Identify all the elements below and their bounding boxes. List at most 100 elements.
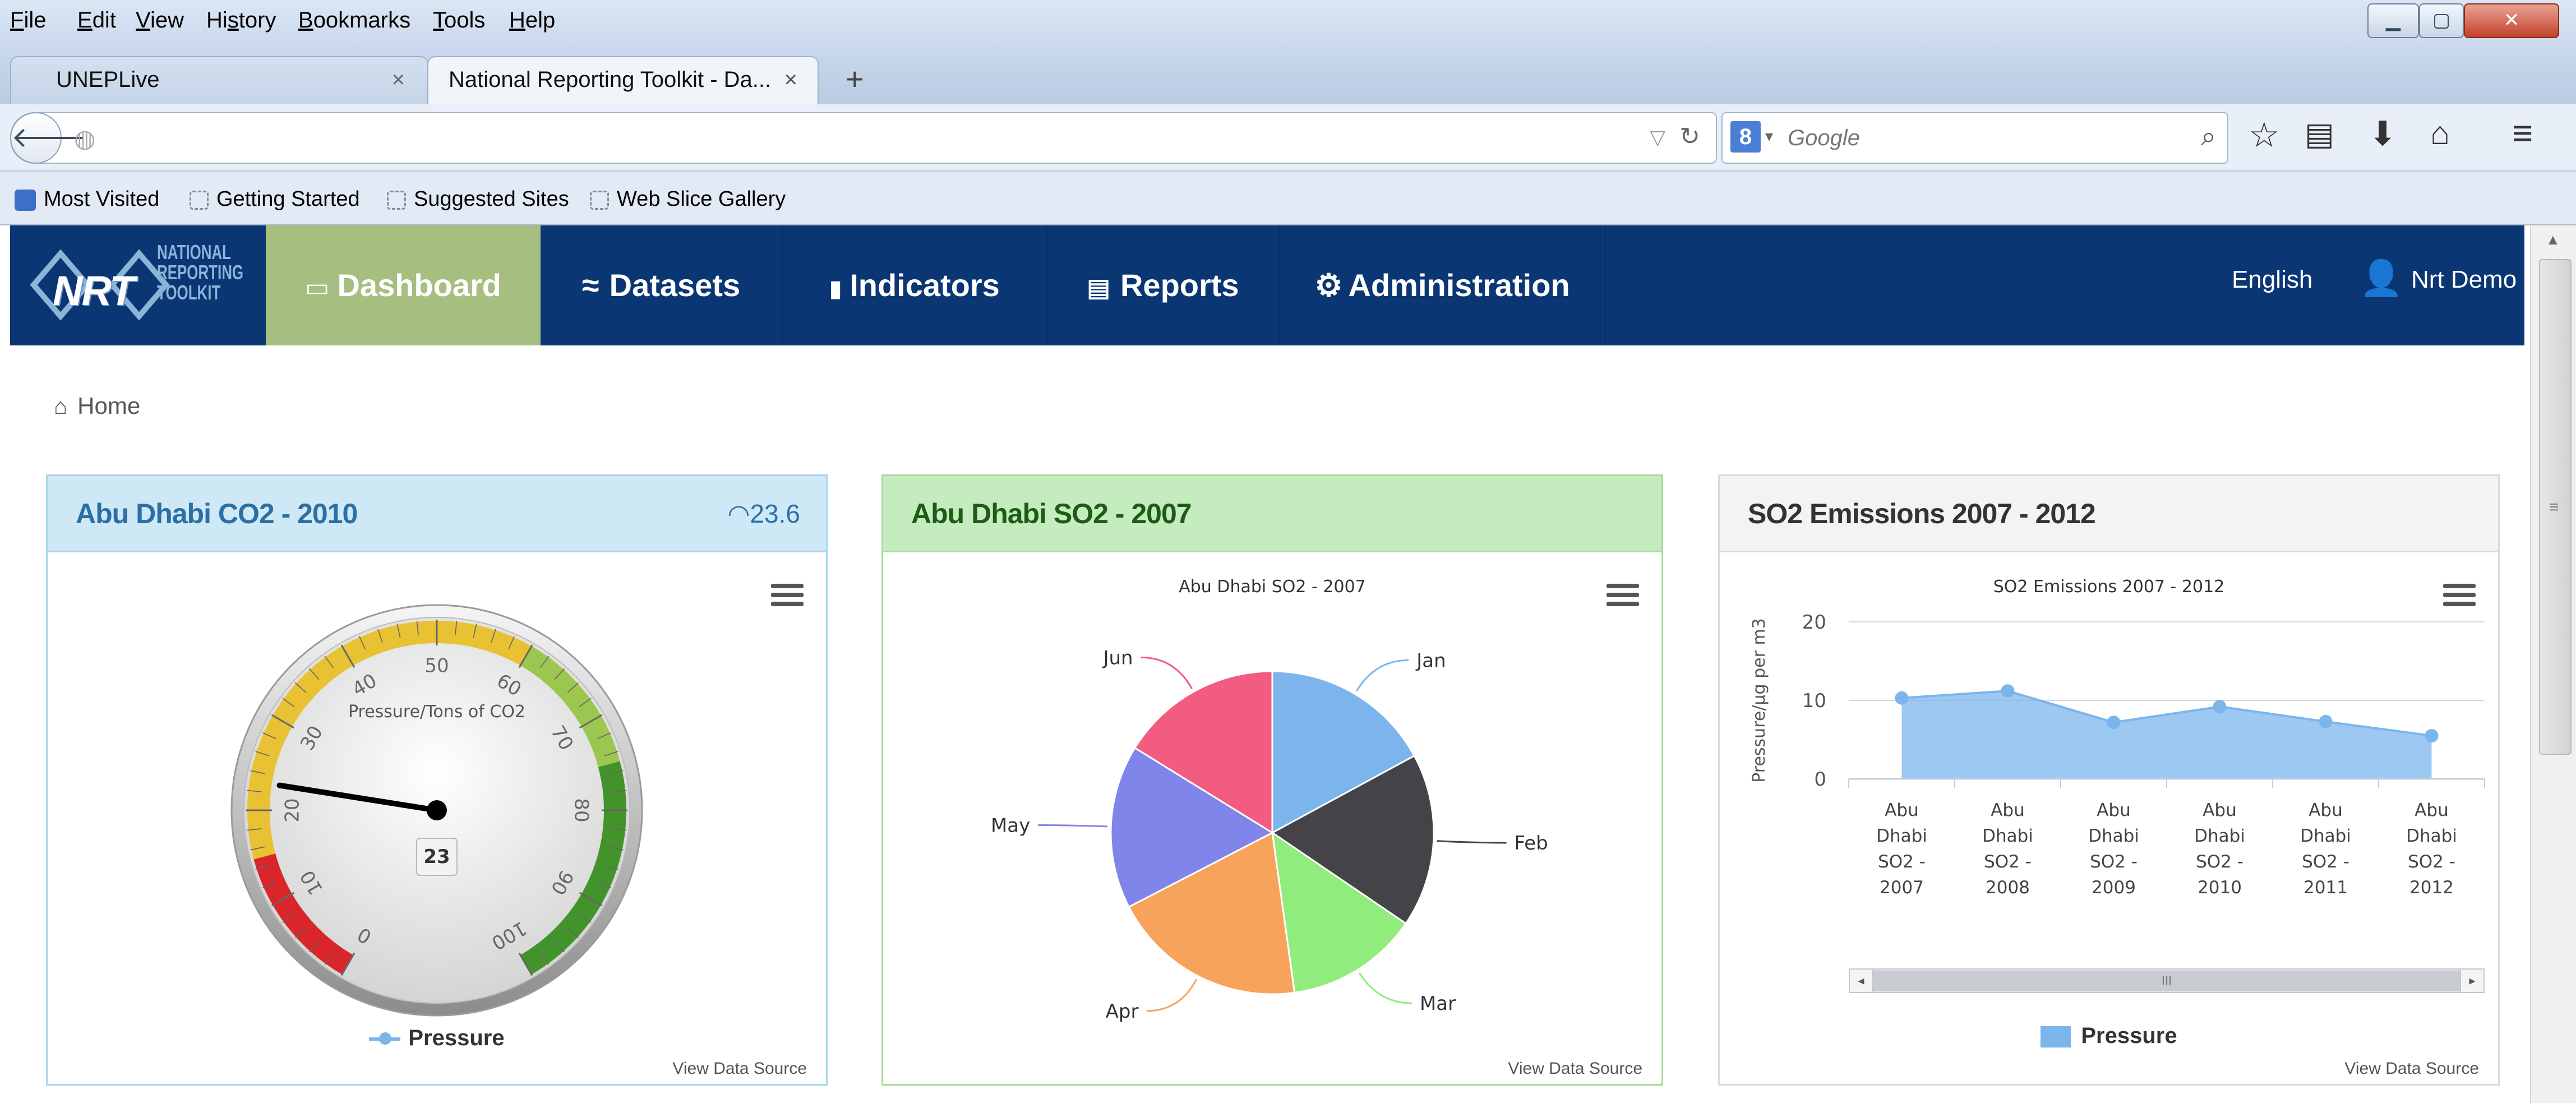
y-tick-label: 20	[1802, 611, 1826, 634]
nav-administration[interactable]: ⚙ Administration	[1280, 225, 1605, 345]
close-tab-icon[interactable]: ×	[392, 57, 405, 102]
app-navbar: NRT NATIONAL REPORTING TOOLKIT ▭ Dashboard …	[10, 225, 2524, 345]
back-arrow-icon[interactable]: 🡐	[10, 112, 86, 164]
reload-icon[interactable]: ↻	[1679, 122, 1700, 151]
download-icon[interactable]: ⬇	[2369, 114, 2397, 154]
cogs-icon: ⚙	[1314, 267, 1343, 303]
panel-title: Abu Dhabi SO2 - 2007	[911, 498, 1192, 529]
search-input[interactable]: Google	[1788, 126, 1860, 151]
maximize-icon[interactable]: ▢	[2419, 3, 2464, 38]
x-tick-label: Dhabi	[2406, 826, 2457, 846]
nav-dashboard[interactable]: ▭ Dashboard	[266, 225, 541, 345]
logo-mark: NRT	[53, 267, 135, 314]
url-bar[interactable]: 🡐 ◍ ▽ ↻	[10, 112, 1717, 164]
menu-history[interactable]: History	[206, 8, 276, 33]
gauge-panel: Abu Dhabi CO2 - 2010 ◠23.6 0 10 20 30 40 50 60…	[46, 474, 828, 1086]
gauge-title: Pressure/Tons of CO2	[348, 702, 525, 722]
pie-connector	[1437, 840, 1507, 844]
search-icon[interactable]: ⌕	[2201, 121, 2216, 153]
chart-legend[interactable]: Pressure	[1720, 1023, 2498, 1049]
bookmark-most-visited[interactable]: Most Visited	[15, 187, 159, 211]
tab-uneplive[interactable]: UNEPLive ×	[10, 56, 428, 104]
page-icon	[190, 190, 209, 210]
chart-line-icon: ≈	[581, 267, 599, 303]
view-data-source-link[interactable]: View Data Source	[672, 1059, 807, 1078]
user-menu[interactable]: Nrt Demo	[2411, 266, 2517, 294]
new-tab-button[interactable]: +	[846, 61, 864, 97]
page-icon	[590, 190, 609, 210]
engine-dropdown-icon[interactable]: ▾	[1765, 127, 1773, 145]
scroll-right-icon[interactable]: ▸	[2460, 970, 2483, 992]
bar-chart-icon: ▮	[829, 276, 842, 301]
gauge-value-label: 23	[423, 846, 450, 868]
page-scrollbar[interactable]: ▲ ≡	[2530, 225, 2576, 1103]
gauge-badge: ◠23.6	[727, 499, 800, 528]
breadcrumb: ⌂ Home	[54, 393, 140, 419]
data-point	[2425, 729, 2439, 742]
tab-nrt[interactable]: National Reporting Toolkit - Da... ×	[427, 56, 819, 104]
nav-datasets[interactable]: ≈ Datasets	[541, 225, 782, 345]
nrt-logo[interactable]: NRT NATIONAL REPORTING TOOLKIT	[28, 240, 264, 330]
data-point	[2319, 714, 2333, 728]
chart-legend[interactable]: Pressure	[48, 1026, 826, 1051]
chart-scrollbar[interactable]: ◂ III ▸	[1849, 968, 2485, 993]
menu-help[interactable]: Help	[509, 8, 555, 33]
menu-bookmarks[interactable]: Bookmarks	[298, 8, 410, 33]
google-logo-icon[interactable]: 8	[1730, 121, 1761, 153]
home-icon[interactable]: ⌂	[2430, 114, 2450, 152]
x-tick-label: Abu	[1991, 800, 2025, 820]
bookmark-getting-started[interactable]: Getting Started	[190, 187, 360, 211]
view-data-source-link[interactable]: View Data Source	[1508, 1059, 1642, 1078]
tab-label: National Reporting Toolkit - Da...	[449, 67, 772, 92]
language-selector[interactable]: English	[2232, 266, 2312, 294]
menu-edit[interactable]: Edit	[77, 8, 116, 33]
x-tick-label: Abu	[1885, 800, 1919, 820]
menu-file[interactable]: File	[10, 8, 46, 33]
most-visited-icon	[15, 189, 36, 211]
menu-view[interactable]: View	[136, 8, 184, 33]
bookmark-list-icon[interactable]: ▤	[2305, 116, 2334, 153]
close-window-icon[interactable]: ✕	[2464, 3, 2559, 38]
data-point	[2107, 716, 2121, 730]
user-icon[interactable]: 👤	[2360, 258, 2403, 299]
dashboard-icon: ◠	[727, 499, 750, 528]
bookmarks-toolbar: Most Visited Getting Started Suggested S…	[0, 172, 2576, 225]
nav-indicators[interactable]: ▮ Indicators	[783, 225, 1046, 345]
dropdown-arrow-icon[interactable]: ▽	[1650, 126, 1665, 149]
scroll-thumb[interactable]: ≡	[2539, 259, 2572, 755]
x-tick-label: SO2 -	[2196, 852, 2243, 872]
scroll-up-icon[interactable]: ▲	[2546, 231, 2560, 248]
area-fill	[1901, 691, 2432, 779]
navigation-bar: 🡐 ◍ ▽ ↻ 8 ▾ Google ⌕ ☆ ▤ ⬇ ⌂ ≡	[0, 104, 2576, 172]
bookmark-suggested-sites[interactable]: Suggested Sites	[387, 187, 569, 211]
y-axis-label: Pressure/µg per m3	[1749, 618, 1769, 783]
report-icon: ▤	[1087, 274, 1110, 302]
x-tick-label: 2010	[2198, 878, 2242, 898]
globe-icon: ◍	[74, 125, 96, 153]
minimize-icon[interactable]: ▁	[2367, 3, 2419, 38]
view-data-source-link[interactable]: View Data Source	[2344, 1059, 2479, 1078]
pie-label: Apr	[1106, 1000, 1139, 1023]
x-tick-label: 2007	[1880, 878, 1924, 898]
menu-icon[interactable]: ≡	[2512, 112, 2533, 154]
scroll-thumb[interactable]: III	[1873, 971, 2460, 991]
star-icon[interactable]: ☆	[2249, 114, 2280, 155]
x-tick-label: Dhabi	[1982, 826, 2033, 846]
pie-label: Feb	[1515, 832, 1548, 855]
scroll-left-icon[interactable]: ◂	[1850, 970, 1873, 992]
x-tick-label: SO2 -	[2408, 852, 2455, 872]
tab-strip: UNEPLive × National Reporting Toolkit - …	[0, 46, 2576, 104]
breadcrumb-home[interactable]: Home	[77, 393, 140, 419]
x-tick-label: 2012	[2409, 878, 2454, 898]
bookmark-web-slice-gallery[interactable]: Web Slice Gallery	[590, 187, 786, 211]
data-point	[2001, 684, 2015, 698]
close-tab-icon[interactable]: ×	[784, 57, 797, 102]
area-panel: SO2 Emissions 2007 - 2012 SO2 Emissions …	[1718, 474, 2500, 1086]
pie-connector	[1038, 824, 1108, 828]
pie-connector	[1356, 659, 1409, 692]
x-tick-label: SO2 -	[2090, 852, 2138, 872]
menu-tools[interactable]: Tools	[433, 8, 485, 33]
search-box[interactable]: 8 ▾ Google ⌕	[1721, 112, 2228, 164]
pie-label: Mar	[1420, 993, 1456, 1015]
nav-reports[interactable]: ▤ Reports	[1047, 225, 1278, 345]
